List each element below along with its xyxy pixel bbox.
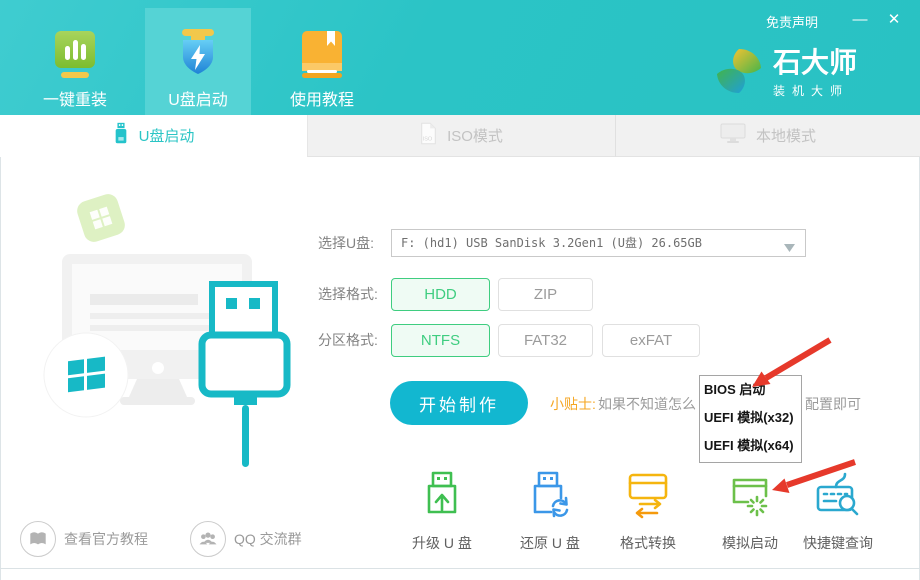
partition-select-label: 分区格式: [318,324,378,357]
header: 一键重装 U盘启动 [0,0,920,115]
utility-upgrade-usb[interactable]: 升级 U 盘 [394,470,490,553]
tab-label: U盘启动 [139,125,195,146]
usb-drive-select[interactable]: F: (hd1) USB SanDisk 3.2Gen1 (U盘) 26.65G… [391,229,806,257]
tab-label: ISO模式 [447,125,503,146]
footer-label: 查看官方教程 [64,529,148,549]
keyboard-search-icon [814,470,862,525]
brand-logo-icon [716,47,764,100]
brand-subtitle: 装机大师 [773,82,857,99]
tip-text-after: 配置即可 [805,394,861,414]
shield-bolt-icon [175,28,221,80]
app-window: 一键重装 U盘启动 [0,0,920,580]
menu-item-uefi-x64[interactable]: UEFI 模拟(x64) [700,432,801,460]
mode-tabbar: U盘启动 ISO ISO模式 本地模式 [0,115,920,157]
disclaimer-link[interactable]: 免责声明 [766,12,818,31]
nav-item-label: U盘启动 [168,86,228,110]
brand-logo: 石大师 装机大师 [716,47,857,100]
partition-option-ntfs[interactable]: NTFS [391,324,490,357]
nav-item-tutorial[interactable]: 使用教程 [269,8,375,115]
tab-iso-mode[interactable]: ISO ISO模式 [307,115,615,157]
iso-icon-text: ISO [423,136,433,142]
utility-label: 还原 U 盘 [520,533,580,553]
minimize-button[interactable]: — [847,9,873,31]
window-bottom-border [0,568,920,569]
usb-restore-icon [526,470,574,525]
simulate-boot-icon [726,470,774,525]
utility-simulate-boot[interactable]: 模拟启动 [702,470,798,553]
bar-chart-icon [52,28,98,80]
tab-local-mode[interactable]: 本地模式 [615,115,920,157]
open-book-icon [20,521,56,557]
official-tutorial-link[interactable]: 查看官方教程 [20,521,148,557]
people-group-icon [190,521,226,557]
tab-usb-boot[interactable]: U盘启动 [0,115,307,157]
close-button[interactable]: ✕ [881,9,907,31]
utility-label: 格式转换 [620,533,676,553]
menu-item-bios-boot[interactable]: BIOS 启动 [700,376,801,404]
utility-hotkey-query[interactable]: 快捷键查询 [790,470,886,553]
utility-restore-usb[interactable]: 还原 U 盘 [502,470,598,553]
partition-option-fat32[interactable]: FAT32 [498,324,593,357]
tab-label: 本地模式 [756,125,816,146]
tip-text-before: 如果不知道怎么 [598,394,696,414]
iso-file-icon: ISO [420,122,437,149]
menu-item-uefi-x32[interactable]: UEFI 模拟(x32) [700,404,801,432]
utility-label: 模拟启动 [722,533,778,553]
footer-label: QQ 交流群 [234,529,302,549]
book-icon [299,28,345,80]
qq-group-link[interactable]: QQ 交流群 [190,521,302,557]
format-select-label: 选择格式: [318,278,378,311]
usb-drive-icon [113,121,129,150]
nav-item-usb-boot[interactable]: U盘启动 [145,8,251,115]
brand-name: 石大师 [773,47,857,79]
partition-option-exfat[interactable]: exFAT [602,324,700,357]
tip-label: 小贴士: [550,394,596,414]
utility-format-convert[interactable]: 格式转换 [600,470,696,553]
format-convert-icon [624,470,672,525]
start-create-button[interactable]: 开始制作 [390,381,528,425]
format-option-zip[interactable]: ZIP [498,278,593,311]
chevron-down-icon [784,239,795,257]
nav-item-label: 使用教程 [290,86,354,110]
usb-drive-value: F: (hd1) USB SanDisk 3.2Gen1 (U盘) 26.65G… [401,230,702,256]
nav-item-one-key-reinstall[interactable]: 一键重装 [22,8,128,115]
nav-item-label: 一键重装 [43,86,107,110]
boot-mode-menu: BIOS 启动 UEFI 模拟(x32) UEFI 模拟(x64) [699,375,802,463]
utility-label: 快捷键查询 [803,533,873,553]
usb-computer-illustration [15,172,325,477]
utility-label: 升级 U 盘 [412,533,472,553]
format-option-hdd[interactable]: HDD [391,278,490,311]
monitor-icon [720,123,746,149]
usb-select-label: 选择U盘: [318,229,374,257]
usb-upgrade-icon [418,470,466,525]
